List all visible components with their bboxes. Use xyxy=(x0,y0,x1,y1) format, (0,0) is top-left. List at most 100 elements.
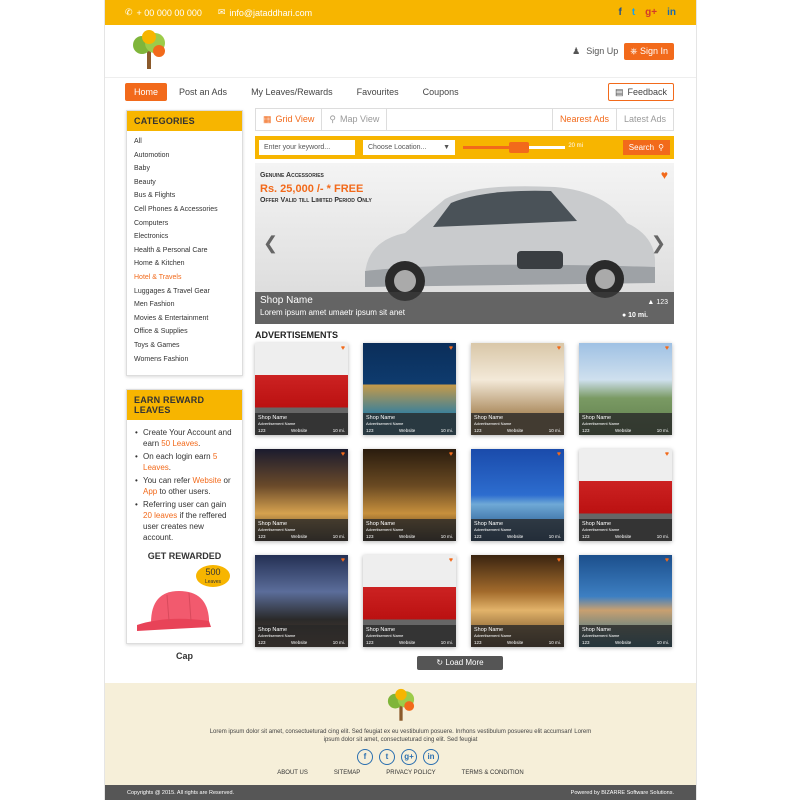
category-item[interactable]: Movies & Entertainment xyxy=(134,315,235,329)
favourite-heart-icon[interactable]: ♥ xyxy=(557,451,561,458)
app-link[interactable]: App xyxy=(143,487,157,496)
nav-home[interactable]: Home xyxy=(125,83,168,101)
ad-card[interactable]: ♥ Shop Name Advertisement Name 123 Website 10… xyxy=(471,555,564,647)
category-item[interactable]: Computers xyxy=(134,220,235,234)
category-item[interactable]: All xyxy=(134,138,235,152)
favourite-heart-icon[interactable]: ♥ xyxy=(449,345,453,352)
ad-website-link[interactable]: Website xyxy=(291,640,307,645)
top-social: f t g+ in xyxy=(618,7,676,18)
map-view-label: Map View xyxy=(339,114,380,124)
search-button[interactable]: Search ⚲ xyxy=(622,140,670,155)
logo[interactable] xyxy=(127,29,171,73)
footer-link-terms[interactable]: TERMS & CONDITION xyxy=(462,770,524,776)
category-item[interactable]: Men Fashion xyxy=(134,301,235,315)
favourite-heart-icon[interactable]: ♥ xyxy=(661,168,668,182)
twitter-icon[interactable]: t xyxy=(632,7,635,18)
ad-website-link[interactable]: Website xyxy=(291,428,307,433)
nav-coupons[interactable]: Coupons xyxy=(411,83,471,101)
favourite-heart-icon[interactable]: ♥ xyxy=(665,557,669,564)
prev-arrow-icon[interactable]: ❮ xyxy=(263,233,278,254)
favourite-heart-icon[interactable]: ♥ xyxy=(557,345,561,352)
favourite-heart-icon[interactable]: ♥ xyxy=(665,345,669,352)
footer-facebook-icon[interactable]: f xyxy=(357,749,373,765)
location-select[interactable]: Choose Location... ▼ xyxy=(363,140,455,155)
ad-card[interactable]: ♥ Shop Name Advertisement Name 123 Website 10… xyxy=(363,555,456,647)
signin-button[interactable]: ⎈ Sign In xyxy=(624,42,674,60)
category-item[interactable]: Cell Phones & Accessories xyxy=(134,206,235,220)
ad-card[interactable]: ♥ Shop Name Advertisement Name 123 Website 10… xyxy=(363,449,456,541)
featured-ad[interactable]: Genuine Accessories Rs. 25,000 /- * FREE… xyxy=(255,163,674,324)
ad-website-link[interactable]: Website xyxy=(615,640,631,645)
website-link[interactable]: Website xyxy=(193,476,222,485)
linkedin-icon[interactable]: in xyxy=(667,7,676,18)
ad-card[interactable]: ♥ Shop Name Advertisement Name 123 Website 10… xyxy=(579,449,672,541)
ad-website-link[interactable]: Website xyxy=(615,428,631,433)
ad-website-link[interactable]: Website xyxy=(291,534,307,539)
tab-nearest-ads[interactable]: Nearest Ads xyxy=(551,109,616,130)
ad-website-link[interactable]: Website xyxy=(507,428,523,433)
footer-linkedin-icon[interactable]: in xyxy=(423,749,439,765)
ad-distance: 10 mi. xyxy=(440,428,453,433)
ad-likes: 123 xyxy=(366,428,374,433)
nav-leaves-rewards[interactable]: My Leaves/Rewards xyxy=(239,83,345,101)
footer-link-about[interactable]: ABOUT US xyxy=(277,770,308,776)
favourite-heart-icon[interactable]: ♥ xyxy=(449,557,453,564)
tab-grid-view[interactable]: ▦ Grid View xyxy=(256,109,323,130)
ad-website-link[interactable]: Website xyxy=(399,534,415,539)
footer-google-plus-icon[interactable]: g+ xyxy=(401,749,417,765)
reward-panel: EARN REWARD LEAVES Create Your Account a… xyxy=(126,389,243,661)
ad-card[interactable]: ♥ Shop Name Advertisement Name 123 Website 10… xyxy=(471,449,564,541)
category-item[interactable]: Office & Supplies xyxy=(134,328,235,342)
category-item[interactable]: Automotion xyxy=(134,152,235,166)
favourite-heart-icon[interactable]: ♥ xyxy=(341,345,345,352)
facebook-icon[interactable]: f xyxy=(618,7,621,18)
email-contact[interactable]: ✉ info@jataddhari.com xyxy=(218,7,312,18)
footer-link-privacy[interactable]: PRIVACY POLICY xyxy=(386,770,435,776)
footer-link-sitemap[interactable]: SITEMAP xyxy=(334,770,360,776)
ad-website-link[interactable]: Website xyxy=(507,640,523,645)
category-item[interactable]: Toys & Games xyxy=(134,342,235,356)
promo-subtitle: Offer Valid till Limited Period Only xyxy=(260,197,372,204)
ad-card[interactable]: ♥ Shop Name Advertisement Name 123 Website 10… xyxy=(579,343,672,435)
category-item[interactable]: Home & Kitchen xyxy=(134,260,235,274)
feedback-button[interactable]: ▤ Feedback xyxy=(607,83,674,101)
google-plus-icon[interactable]: g+ xyxy=(645,7,657,18)
ad-card[interactable]: ♥ Shop Name Advertisement Name 123 Website 10… xyxy=(255,555,348,647)
nav-favourites[interactable]: Favourites xyxy=(345,83,411,101)
category-item[interactable]: Baby xyxy=(134,165,235,179)
favourite-heart-icon[interactable]: ♥ xyxy=(449,451,453,458)
email-address[interactable]: info@jataddhari.com xyxy=(229,8,312,18)
ad-card[interactable]: ♥ Shop Name Advertisement Name 123 Website 10… xyxy=(579,555,672,647)
favourite-heart-icon[interactable]: ♥ xyxy=(665,451,669,458)
ad-website-link[interactable]: Website xyxy=(399,428,415,433)
tab-map-view[interactable]: ⚲ Map View xyxy=(322,109,388,130)
ad-website-link[interactable]: Website xyxy=(399,640,415,645)
category-item[interactable]: Health & Personal Care xyxy=(134,247,235,261)
next-arrow-icon[interactable]: ❯ xyxy=(651,233,666,254)
favourite-heart-icon[interactable]: ♥ xyxy=(341,557,345,564)
ad-card[interactable]: ♥ Shop Name Advertisement Name 123 Website 10… xyxy=(255,449,348,541)
ad-card[interactable]: ♥ Shop Name Advertisement Name 123 Website 10… xyxy=(255,343,348,435)
tab-latest-ads[interactable]: Latest Ads xyxy=(615,109,673,130)
ad-card[interactable]: ♥ Shop Name Advertisement Name 123 Website 10… xyxy=(363,343,456,435)
favourite-heart-icon[interactable]: ♥ xyxy=(557,557,561,564)
footer-twitter-icon[interactable]: t xyxy=(379,749,395,765)
category-item[interactable]: Luggages & Travel Gear xyxy=(134,288,235,302)
ad-website-link[interactable]: Website xyxy=(615,534,631,539)
category-item[interactable]: Electronics xyxy=(134,233,235,247)
favourite-heart-icon[interactable]: ♥ xyxy=(341,451,345,458)
nav-post-ads[interactable]: Post an Ads xyxy=(167,83,239,101)
category-item[interactable]: Bus & Flights xyxy=(134,192,235,206)
slider-handle[interactable] xyxy=(509,142,530,153)
reward-list: Create Your Account and earn 50 Leaves. … xyxy=(127,420,242,543)
keyword-input[interactable]: Enter your keyword... xyxy=(259,140,355,155)
category-item[interactable]: Beauty xyxy=(134,179,235,193)
ad-website-link[interactable]: Website xyxy=(507,534,523,539)
ad-card[interactable]: ♥ Shop Name Advertisement Name 123 Website 10… xyxy=(471,343,564,435)
location-value: Choose Location... xyxy=(368,144,427,151)
load-more-button[interactable]: ↻ Load More xyxy=(417,656,503,670)
category-item[interactable]: Hotel & Travels xyxy=(134,274,235,288)
category-item[interactable]: Womens Fashion xyxy=(134,356,235,370)
distance-slider[interactable]: 20 mi xyxy=(463,140,583,155)
signup-link[interactable]: Sign Up xyxy=(586,46,618,56)
